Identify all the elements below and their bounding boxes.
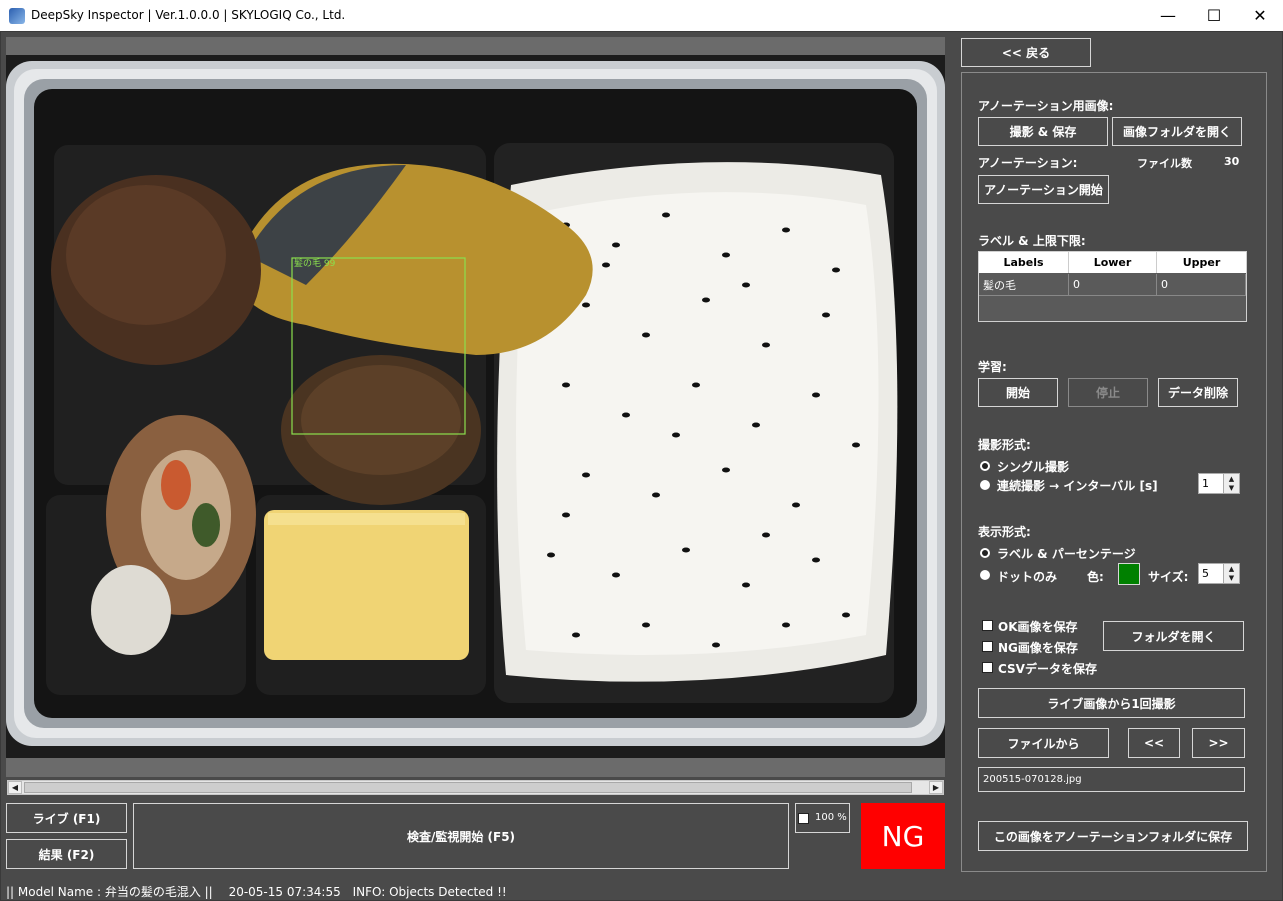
interval-value: 1 <box>1202 477 1209 490</box>
zoom-label: 100 % <box>815 812 847 823</box>
save-ok-checkbox[interactable] <box>982 620 993 631</box>
table-cell-upper[interactable]: 0 <box>1157 274 1246 296</box>
table-header-lower[interactable]: Lower <box>1069 252 1157 273</box>
table-cell-lower[interactable]: 0 <box>1069 274 1157 296</box>
scroll-right-icon[interactable]: ▶ <box>929 781 943 794</box>
save-ng-checkbox[interactable] <box>982 641 993 652</box>
annotation-images-label: アノーテーション用画像: <box>978 99 1114 113</box>
scroll-thumb[interactable] <box>24 782 912 793</box>
learning-start-button[interactable]: 開始 <box>978 378 1058 407</box>
save-csv-label: CSVデータを保存 <box>998 662 1097 676</box>
save-ng-label: NG画像を保存 <box>998 641 1078 655</box>
from-file-button[interactable]: ファイルから <box>978 728 1109 758</box>
zoom-box[interactable]: 100 % <box>795 803 850 833</box>
next-file-button[interactable]: >> <box>1192 728 1245 758</box>
scroll-left-icon[interactable]: ◀ <box>8 781 22 794</box>
minimize-button[interactable]: — <box>1145 0 1191 31</box>
result-button[interactable]: 結果 (F2) <box>6 839 127 869</box>
single-capture-radio[interactable] <box>980 461 990 471</box>
table-header-upper[interactable]: Upper <box>1157 252 1246 273</box>
status-timestamp: 20-05-15 07:34:55 <box>228 885 341 899</box>
table-cell-label[interactable]: 髪の毛 <box>979 274 1069 296</box>
size-stepper[interactable]: 5 ▲ ▼ <box>1198 563 1240 584</box>
interval-stepper[interactable]: 1 ▲ ▼ <box>1198 473 1240 494</box>
status-model: || Model Name : 弁当の髪の毛混入 || <box>6 885 213 899</box>
delete-data-button[interactable]: データ削除 <box>1158 378 1238 407</box>
labels-limits-label: ラベル & 上限下限: <box>978 234 1086 248</box>
save-csv-checkbox[interactable] <box>982 662 993 673</box>
verdict-indicator: NG <box>861 803 945 869</box>
title-bar: DeepSky Inspector | Ver.1.0.0.0 | SKYLOG… <box>0 0 1283 31</box>
capture-save-button[interactable]: 撮影 & 保存 <box>978 117 1108 146</box>
maximize-button[interactable]: ☐ <box>1191 0 1237 31</box>
dot-color-swatch[interactable] <box>1118 563 1140 585</box>
window-title: DeepSky Inspector | Ver.1.0.0.0 | SKYLOG… <box>31 8 346 22</box>
labels-table[interactable]: Labels Lower Upper 髪の毛 0 0 <box>978 251 1247 322</box>
open-folder-button[interactable]: フォルダを開く <box>1103 621 1244 651</box>
file-count-label: ファイル数 <box>1137 157 1192 170</box>
size-down-icon[interactable]: ▼ <box>1223 573 1239 583</box>
image-viewer[interactable]: 髪の毛 99 <box>6 37 945 777</box>
save-ok-label: OK画像を保存 <box>998 620 1078 634</box>
live-button[interactable]: ライブ (F1) <box>6 803 127 833</box>
display-mode-label: 表示形式: <box>978 525 1031 539</box>
status-bar: || Model Name : 弁当の髪の毛混入 || 20-05-15 07:… <box>6 883 507 900</box>
dots-only-label: ドットのみ <box>997 570 1058 584</box>
single-capture-label: シングル撮影 <box>997 460 1070 474</box>
annotation-start-button[interactable]: アノーテーション開始 <box>978 175 1109 204</box>
size-value: 5 <box>1202 567 1209 580</box>
open-image-folder-button[interactable]: 画像フォルダを開く <box>1112 117 1242 146</box>
learning-label: 学習: <box>978 360 1007 374</box>
close-button[interactable]: ✕ <box>1237 0 1283 31</box>
detection-label: 髪の毛 99 <box>294 257 336 269</box>
label-percentage-radio[interactable] <box>980 548 990 558</box>
dots-only-radio[interactable] <box>980 570 990 580</box>
annotation-label: アノーテーション: <box>978 156 1078 170</box>
inspection-photo: 髪の毛 99 <box>6 55 945 758</box>
interval-down-icon[interactable]: ▼ <box>1223 483 1239 493</box>
image-horizontal-scrollbar[interactable]: ◀ ▶ <box>7 780 944 795</box>
continuous-capture-radio[interactable] <box>980 480 990 490</box>
zoom-checkbox[interactable] <box>798 813 809 824</box>
inspect-button[interactable]: 検査/監視開始 (F5) <box>133 803 789 869</box>
previous-file-button[interactable]: << <box>1128 728 1180 758</box>
capture-mode-label: 撮影形式: <box>978 438 1031 452</box>
continuous-capture-label: 連続撮影 → インターバル [s] <box>997 479 1158 493</box>
color-label: 色: <box>1087 570 1104 584</box>
app-icon <box>9 8 25 24</box>
learning-stop-button[interactable]: 停止 <box>1068 378 1148 407</box>
filename-field[interactable]: 200515-070128.jpg <box>978 767 1245 792</box>
label-percentage-label: ラベル & パーセンテージ <box>997 547 1136 561</box>
table-header-labels[interactable]: Labels <box>979 252 1069 273</box>
status-info: INFO: Objects Detected !! <box>352 885 507 899</box>
size-label: サイズ: <box>1148 570 1189 584</box>
file-count-value: 30 <box>1224 155 1240 168</box>
capture-once-button[interactable]: ライブ画像から1回撮影 <box>978 688 1245 718</box>
back-button[interactable]: << 戻る <box>961 38 1091 67</box>
save-to-annotation-button[interactable]: この画像をアノーテーションフォルダに保存 <box>978 821 1248 851</box>
